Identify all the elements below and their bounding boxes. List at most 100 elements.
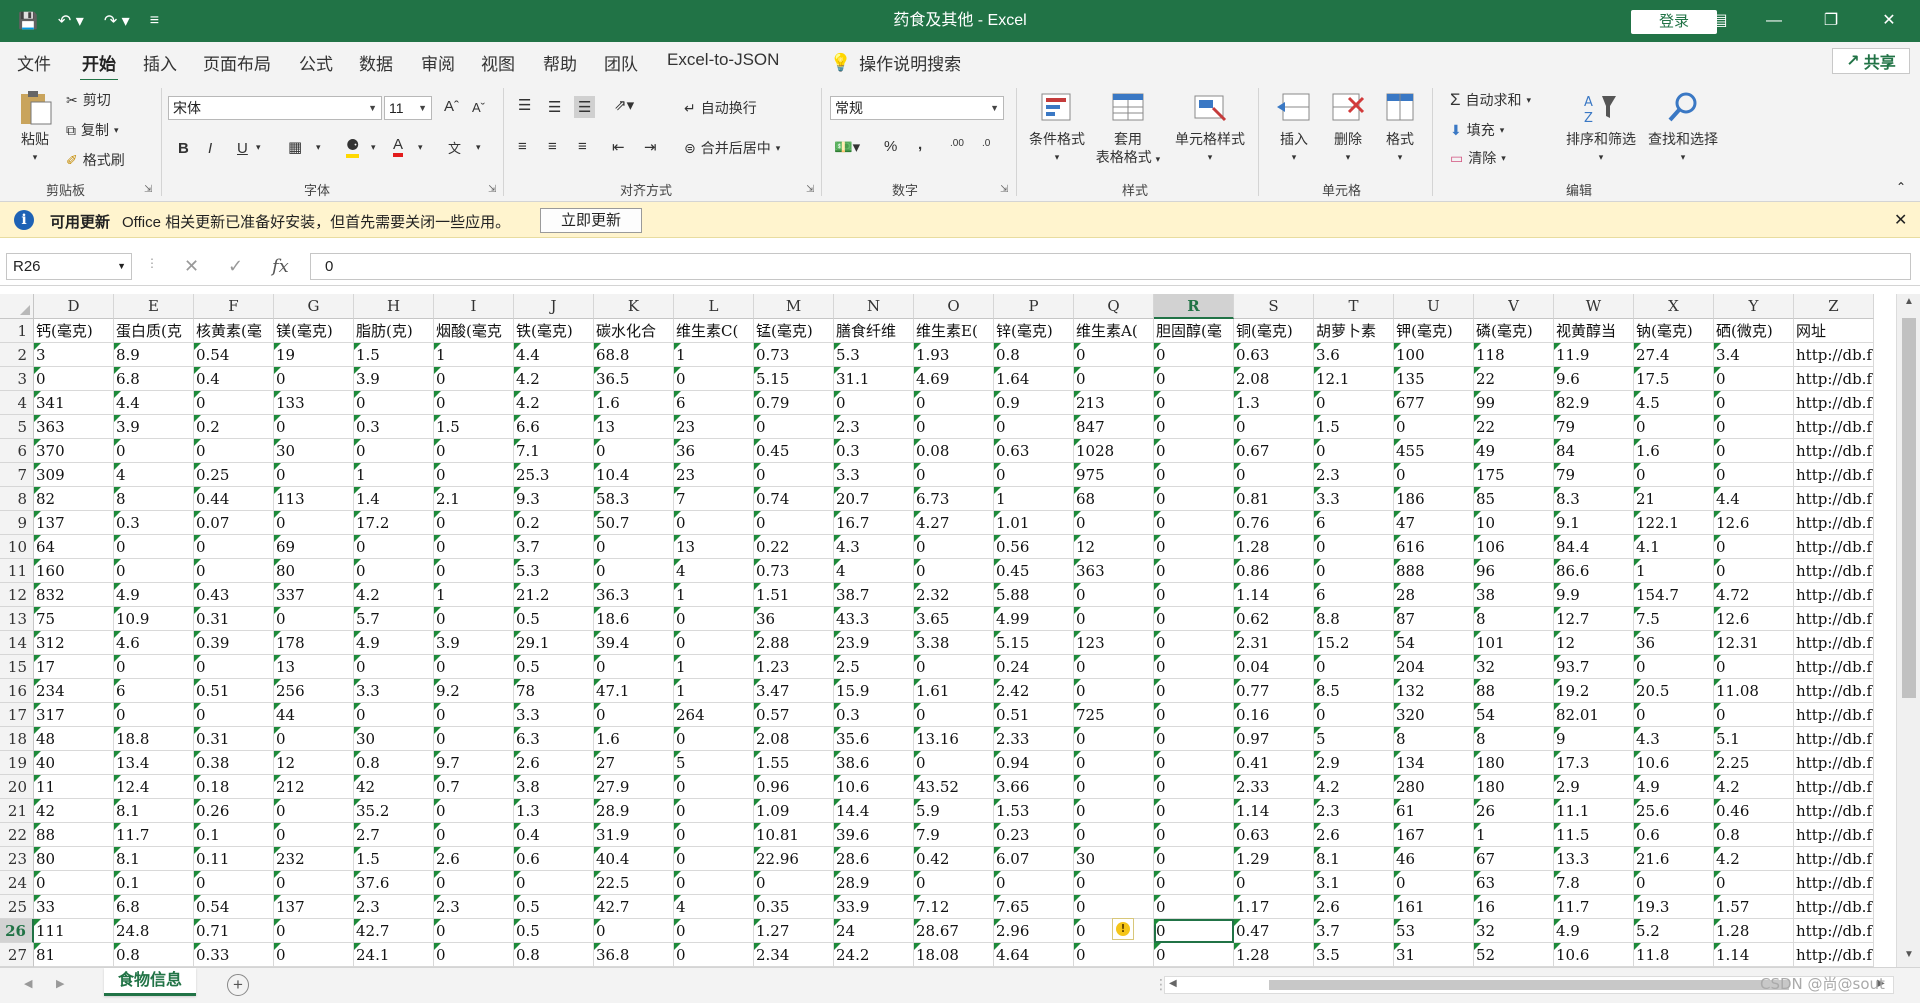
table-cell[interactable]: 0 <box>1154 559 1234 583</box>
table-cell[interactable]: 0.39 <box>194 631 274 655</box>
table-cell[interactable]: 167 <box>1394 823 1474 847</box>
header-cell[interactable]: 脂肪(克) <box>354 319 434 343</box>
table-cell[interactable]: 677 <box>1394 391 1474 415</box>
table-cell[interactable]: 0 <box>274 463 354 487</box>
table-cell[interactable]: 113 <box>274 487 354 511</box>
table-cell[interactable]: 3.9 <box>434 631 514 655</box>
table-cell[interactable]: 17 <box>34 655 114 679</box>
row-header-13[interactable]: 13 <box>0 607 34 631</box>
table-cell[interactable]: 47 <box>1394 511 1474 535</box>
table-cell[interactable]: 0 <box>754 871 834 895</box>
table-cell[interactable]: 9.7 <box>434 751 514 775</box>
table-cell[interactable]: 2.6 <box>1314 823 1394 847</box>
table-cell[interactable]: 2.1 <box>434 487 514 511</box>
column-header-p[interactable]: P <box>994 294 1074 319</box>
table-cell[interactable]: 49 <box>1474 439 1554 463</box>
table-cell[interactable]: 8.8 <box>1314 607 1394 631</box>
table-cell[interactable]: 0.5 <box>514 895 594 919</box>
table-cell[interactable]: 16 <box>1474 895 1554 919</box>
table-cell[interactable]: 0 <box>354 655 434 679</box>
table-cell[interactable]: 2.3 <box>1314 463 1394 487</box>
table-cell[interactable]: 4.3 <box>834 535 914 559</box>
table-cell[interactable]: 1.6 <box>594 727 674 751</box>
table-cell[interactable]: 0.25 <box>194 463 274 487</box>
table-cell[interactable]: 0.8 <box>1714 823 1794 847</box>
align-left-icon[interactable]: ≡ <box>518 138 527 155</box>
table-cell[interactable]: 0.31 <box>194 727 274 751</box>
table-cell[interactable]: 4.2 <box>354 583 434 607</box>
table-cell[interactable]: 725 <box>1074 703 1154 727</box>
table-cell[interactable]: 1 <box>1474 823 1554 847</box>
table-cell[interactable]: 11.7 <box>114 823 194 847</box>
table-cell[interactable]: 363 <box>34 415 114 439</box>
column-header-w[interactable]: W <box>1554 294 1634 319</box>
table-cell[interactable]: http://db.f <box>1794 367 1874 391</box>
table-cell[interactable]: 0 <box>674 919 754 943</box>
table-cell[interactable]: 38 <box>1474 583 1554 607</box>
chevron-down-icon[interactable]: ▾ <box>256 142 261 153</box>
table-cell[interactable]: 0 <box>594 535 674 559</box>
close-icon[interactable]: ✕ <box>1866 0 1912 42</box>
table-cell[interactable]: 1 <box>1634 559 1714 583</box>
shrink-font-icon[interactable]: Aˇ <box>472 100 485 115</box>
table-cell[interactable]: 5.7 <box>354 607 434 631</box>
table-cell[interactable]: 22 <box>1474 415 1554 439</box>
select-all-button[interactable] <box>0 294 34 319</box>
table-cell[interactable]: 36 <box>1634 631 1714 655</box>
table-cell[interactable]: 29.1 <box>514 631 594 655</box>
table-cell[interactable]: 2.08 <box>754 727 834 751</box>
table-cell[interactable]: 6 <box>1314 583 1394 607</box>
table-cell[interactable]: 0 <box>1154 463 1234 487</box>
table-cell[interactable]: 27 <box>594 751 674 775</box>
table-cell[interactable]: 84.4 <box>1554 535 1634 559</box>
column-header-u[interactable]: U <box>1394 294 1474 319</box>
table-cell[interactable]: 0 <box>434 535 514 559</box>
table-cell[interactable]: http://db.f <box>1794 943 1874 967</box>
table-cell[interactable]: 317 <box>34 703 114 727</box>
error-check-button[interactable]: ! <box>1112 918 1134 940</box>
table-cell[interactable]: 0 <box>994 415 1074 439</box>
customize-qat-icon[interactable]: ≡ <box>150 12 159 30</box>
sort-filter-button[interactable]: AZ 排序和筛选 ▾ <box>1560 90 1642 166</box>
table-cell[interactable]: 4.4 <box>114 391 194 415</box>
table-cell[interactable]: 0.6 <box>1634 823 1714 847</box>
table-cell[interactable]: 3.3 <box>354 679 434 703</box>
table-cell[interactable]: http://db.f <box>1794 463 1874 487</box>
add-sheet-button[interactable]: + <box>227 974 249 996</box>
table-cell[interactable]: 3.3 <box>834 463 914 487</box>
underline-icon[interactable]: U <box>237 140 248 157</box>
table-cell[interactable]: 1.14 <box>1234 799 1314 823</box>
table-cell[interactable]: 82 <box>34 487 114 511</box>
table-cell[interactable]: 36.8 <box>594 943 674 967</box>
table-cell[interactable]: 12 <box>1074 535 1154 559</box>
bold-icon[interactable]: B <box>178 140 189 157</box>
header-cell[interactable]: 碳水化合 <box>594 319 674 343</box>
table-cell[interactable]: 0 <box>1074 895 1154 919</box>
table-cell[interactable]: 0.86 <box>1234 559 1314 583</box>
table-cell[interactable]: 3 <box>34 343 114 367</box>
header-cell[interactable]: 蛋白质(克 <box>114 319 194 343</box>
currency-icon[interactable]: 💵▾ <box>834 138 860 156</box>
table-cell[interactable]: 1 <box>674 583 754 607</box>
table-cell[interactable]: 67 <box>1474 847 1554 871</box>
table-cell[interactable]: 81 <box>34 943 114 967</box>
align-top-icon[interactable]: ☰ <box>518 96 531 114</box>
table-cell[interactable]: 0 <box>1714 415 1794 439</box>
table-cell[interactable]: 0 <box>1234 415 1314 439</box>
table-cell[interactable]: http://db.f <box>1794 847 1874 871</box>
autosum-button[interactable]: Σ 自动求和 ▾ <box>1450 90 1531 110</box>
table-cell[interactable]: 0.73 <box>754 343 834 367</box>
table-cell[interactable]: 0 <box>594 655 674 679</box>
table-cell[interactable]: 0.38 <box>194 751 274 775</box>
table-cell[interactable]: 4 <box>674 895 754 919</box>
row-header-6[interactable]: 6 <box>0 439 34 463</box>
percent-icon[interactable]: % <box>884 138 897 155</box>
table-cell[interactable]: 96 <box>1474 559 1554 583</box>
format-as-table-button[interactable]: 套用 表格格式 ▾ <box>1092 90 1164 168</box>
table-cell[interactable]: 39.4 <box>594 631 674 655</box>
table-cell[interactable]: 8 <box>1474 727 1554 751</box>
table-cell[interactable]: 101 <box>1474 631 1554 655</box>
table-cell[interactable]: 17.2 <box>354 511 434 535</box>
table-cell[interactable]: 9.1 <box>1554 511 1634 535</box>
table-cell[interactable]: 0 <box>434 943 514 967</box>
